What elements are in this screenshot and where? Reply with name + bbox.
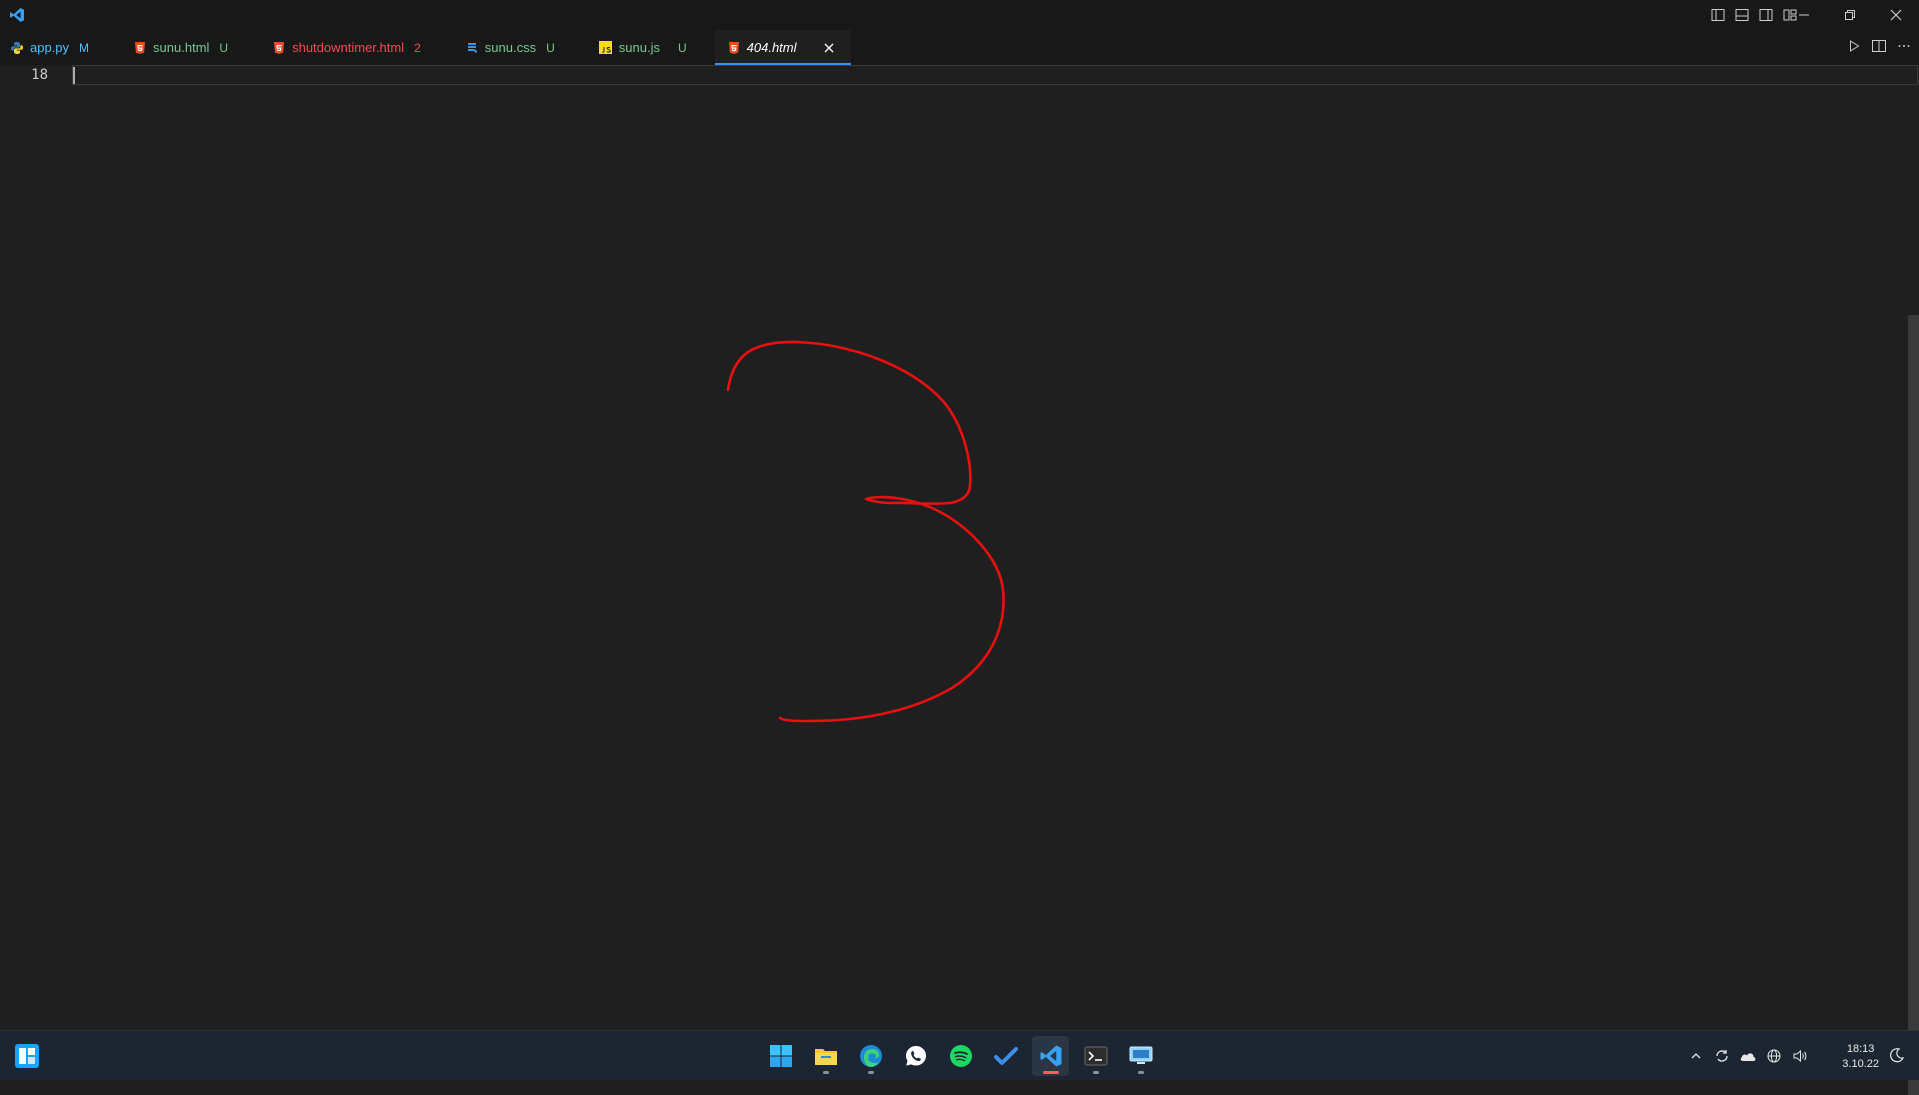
tab-sunu-css[interactable]: sunu.css U bbox=[455, 30, 569, 65]
whatsapp-icon[interactable] bbox=[897, 1036, 934, 1076]
editor-area[interactable]: 18 bbox=[0, 65, 1919, 1095]
tab-app-py[interactable]: app.py M bbox=[0, 30, 103, 65]
tab-sunu-js[interactable]: sunu.js U bbox=[589, 30, 701, 65]
js-icon bbox=[599, 41, 613, 55]
running-indicator bbox=[867, 1070, 874, 1074]
tab-label: 404.html bbox=[746, 40, 797, 55]
html5-icon bbox=[133, 41, 147, 55]
pinned-apps bbox=[762, 1031, 1159, 1080]
more-actions-icon[interactable] bbox=[1897, 38, 1911, 57]
widgets-icon[interactable] bbox=[14, 1043, 40, 1069]
editor-actions bbox=[1847, 30, 1911, 65]
run-icon[interactable] bbox=[1847, 38, 1861, 57]
tab-label: shutdowntimer.html bbox=[292, 40, 405, 55]
volume-icon[interactable] bbox=[1791, 1047, 1809, 1065]
git-status-badge: U bbox=[219, 40, 229, 55]
ink-stroke bbox=[726, 340, 1005, 723]
ink-annotation-digit-three bbox=[726, 340, 1005, 723]
spotify-icon[interactable] bbox=[942, 1036, 979, 1076]
git-status-badge: M bbox=[79, 40, 90, 55]
clock-time: 18:13 bbox=[1846, 1043, 1875, 1055]
terminal-icon[interactable] bbox=[1077, 1036, 1114, 1076]
chevron-up-icon[interactable] bbox=[1687, 1047, 1705, 1065]
running-indicator bbox=[1137, 1070, 1144, 1074]
title-bar bbox=[0, 0, 1919, 30]
onedrive-icon[interactable] bbox=[1739, 1047, 1757, 1065]
active-indicator bbox=[1042, 1070, 1059, 1074]
python-icon bbox=[10, 41, 24, 55]
network-globe-icon[interactable] bbox=[1765, 1047, 1783, 1065]
html5-icon bbox=[272, 41, 286, 55]
toggle-secondary-sidebar-icon[interactable] bbox=[1757, 6, 1775, 24]
close-tab-icon[interactable] bbox=[821, 40, 837, 56]
running-indicator bbox=[822, 1070, 829, 1074]
git-status-badge: U bbox=[677, 40, 687, 55]
problem-count-badge: 2 bbox=[414, 40, 421, 55]
system-clock[interactable]: 18:13 3.10.22 bbox=[1842, 1042, 1879, 1072]
vscode-icon[interactable] bbox=[1032, 1035, 1069, 1076]
tab-label: app.py bbox=[30, 40, 70, 55]
sync-icon[interactable] bbox=[1713, 1047, 1731, 1065]
edge-icon[interactable] bbox=[852, 1036, 889, 1076]
system-tray bbox=[1687, 1031, 1809, 1080]
tab-label: sunu.js bbox=[618, 40, 660, 55]
window-controls bbox=[1781, 0, 1919, 30]
tab-shutdowntimer-html[interactable]: shutdowntimer.html 2 bbox=[262, 30, 435, 65]
running-indicator bbox=[1092, 1070, 1099, 1074]
editor-tab-bar: app.py M sunu.html U shutdowntimer.html … bbox=[0, 30, 1919, 65]
remote-desktop-icon[interactable] bbox=[1122, 1036, 1159, 1076]
tab-404-html[interactable]: 404.html bbox=[714, 30, 851, 65]
git-status-badge: U bbox=[546, 40, 555, 55]
css-icon bbox=[465, 41, 479, 55]
file-explorer-icon[interactable] bbox=[807, 1036, 844, 1076]
todo-icon[interactable] bbox=[987, 1036, 1024, 1076]
restore-icon[interactable] bbox=[1827, 0, 1873, 30]
clock-date: 3.10.22 bbox=[1842, 1058, 1879, 1070]
toggle-primary-sidebar-icon[interactable] bbox=[1709, 6, 1727, 24]
focus-assist-moon-icon[interactable] bbox=[1889, 1047, 1907, 1065]
toggle-panel-icon[interactable] bbox=[1733, 6, 1751, 24]
tab-label: sunu.css bbox=[484, 40, 537, 55]
tab-label: sunu.html bbox=[153, 40, 210, 55]
start-icon[interactable] bbox=[762, 1036, 799, 1076]
split-editor-icon[interactable] bbox=[1871, 38, 1887, 57]
html5-icon bbox=[727, 41, 741, 55]
close-window-icon[interactable] bbox=[1873, 0, 1919, 30]
minimize-icon[interactable] bbox=[1781, 0, 1827, 30]
tab-sunu-html[interactable]: sunu.html U bbox=[123, 30, 242, 65]
windows-taskbar: 18:13 3.10.22 bbox=[0, 1030, 1919, 1080]
vscode-logo-icon[interactable] bbox=[2, 0, 32, 30]
